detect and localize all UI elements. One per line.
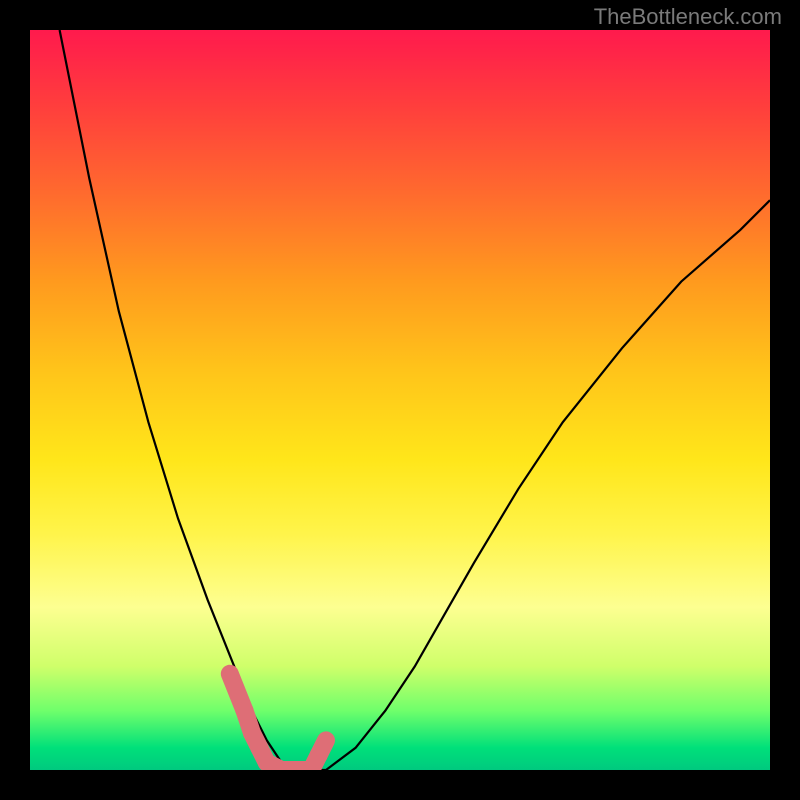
- watermark-text: TheBottleneck.com: [594, 4, 782, 30]
- chart-plot-area: [30, 30, 770, 770]
- main-curve-line: [60, 30, 770, 770]
- chart-svg: [30, 30, 770, 770]
